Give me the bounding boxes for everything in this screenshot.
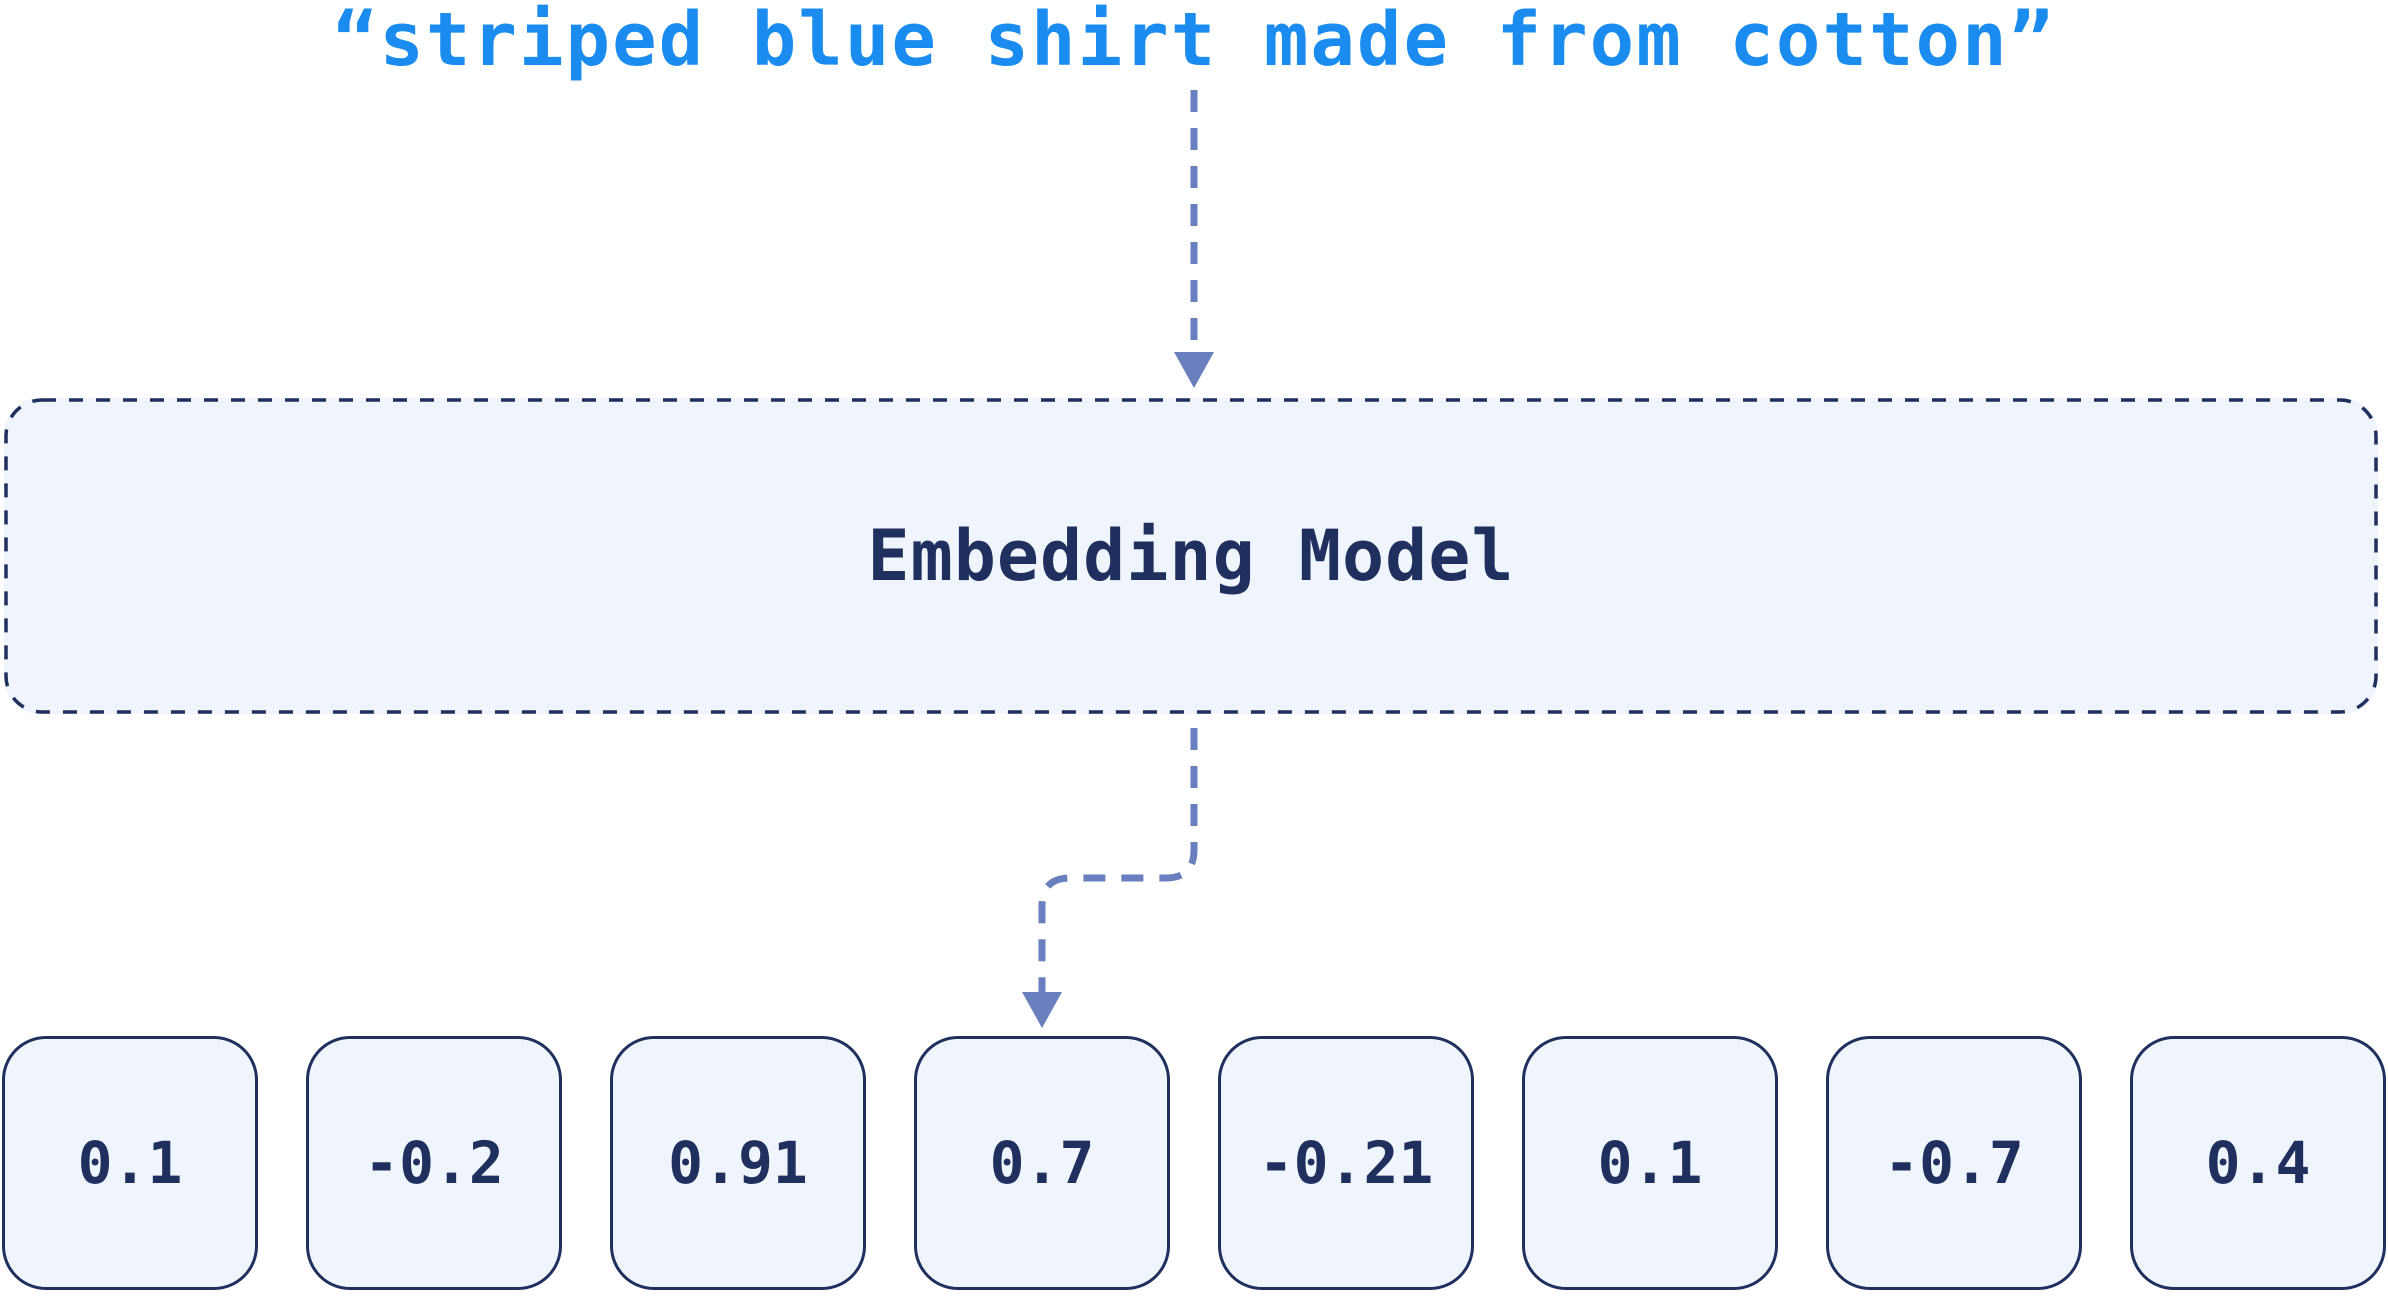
vector-cell: 0.1 xyxy=(2,1036,258,1290)
query-to-model-arrowhead xyxy=(1174,352,1214,388)
embedding-vector: 0.1 -0.2 0.91 0.7 -0.21 0.1 -0.7 0.4 xyxy=(0,1036,2388,1296)
embedding-model-label: Embedding Model xyxy=(867,515,1515,597)
model-to-vector-arrow xyxy=(1038,728,1198,1000)
vector-cell: 0.91 xyxy=(610,1036,866,1290)
vector-cell: -0.7 xyxy=(1826,1036,2082,1290)
vector-cell: 0.4 xyxy=(2130,1036,2386,1290)
vector-cell: -0.21 xyxy=(1218,1036,1474,1290)
vector-cell: -0.2 xyxy=(306,1036,562,1290)
embedding-model-box: Embedding Model xyxy=(4,398,2378,714)
vector-cell: 0.7 xyxy=(914,1036,1170,1290)
vector-cell: 0.1 xyxy=(1522,1036,1778,1290)
model-to-vector-arrowhead xyxy=(1022,992,1062,1028)
